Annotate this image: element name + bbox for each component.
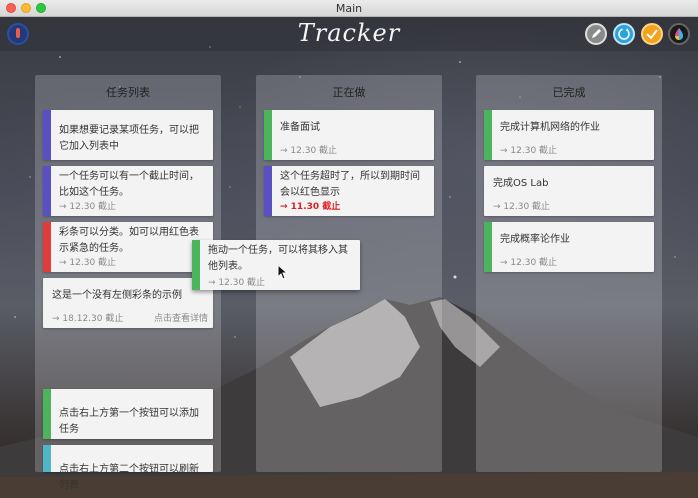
category-bar (43, 445, 51, 472)
dragging-task-card[interactable]: 拖动一个任务，可以将其移入其他列表。 → 12.30 截止 (192, 240, 360, 290)
task-text: 如果想要记录某项任务，可以把它加入列表中 (59, 125, 199, 152)
task-card[interactable]: 这个任务超时了，所以到期时间会以红色显示 → 11.30 截止 (264, 166, 434, 216)
column-title: 已完成 (552, 86, 586, 99)
task-card[interactable]: 彩条可以分类。如可以用红色表示紧急的任务。 → 12.30 截止 (43, 222, 213, 272)
task-text: 点击右上方第一个按钮可以添加任务 (59, 408, 199, 435)
task-text: 完成计算机网络的作业 (500, 122, 600, 133)
task-deadline: → 12.30 截止 (280, 146, 338, 156)
task-deadline: → 12.30 截止 (59, 258, 117, 268)
category-bar (484, 222, 492, 272)
theme-color-button[interactable] (668, 23, 690, 45)
task-deadline: → 12.30 截止 (59, 202, 117, 212)
task-card[interactable]: 点击右上方第一个按钮可以添加任务 (43, 389, 213, 439)
refresh-list-button[interactable] (613, 23, 635, 45)
color-drop-icon (675, 28, 683, 40)
task-deadline: → 12.30 截止 (500, 146, 558, 156)
mouse-cursor-icon (277, 264, 289, 280)
completed-button[interactable] (641, 23, 663, 45)
category-bar (43, 389, 51, 439)
app-header: Tracker (0, 17, 698, 51)
task-text: 一个任务可以有一个截止时间，比如这个任务。 (59, 171, 199, 198)
task-text: 这是一个没有左侧彩条的示例 (52, 290, 182, 301)
view-details-link[interactable]: 点击查看详情 (154, 311, 208, 324)
task-text: 点击右上方第二个按钮可以刷新列表 (59, 464, 199, 491)
task-text: 完成概率论作业 (500, 234, 570, 245)
column-done: 已完成 完成计算机网络的作业 → 12.30 截止 完成OS Lab → 12.… (476, 75, 662, 472)
task-deadline: → 12.30 截止 (500, 258, 558, 268)
task-card[interactable]: 准备面试 → 12.30 截止 (264, 110, 434, 160)
check-icon (646, 29, 658, 40)
task-deadline: → 12.30 截止 (208, 278, 266, 288)
task-deadline-overdue: → 11.30 截止 (280, 202, 341, 212)
category-bar (264, 166, 272, 216)
category-bar (43, 110, 51, 160)
task-text: 完成OS Lab (493, 178, 549, 189)
task-text: 彩条可以分类。如可以用红色表示紧急的任务。 (59, 227, 199, 254)
add-task-button[interactable] (585, 23, 607, 45)
task-card[interactable]: 点击右上方第二个按钮可以刷新列表 (43, 445, 213, 491)
category-bar (264, 110, 272, 160)
task-card[interactable]: 完成OS Lab → 12.30 截止 (484, 166, 654, 216)
task-text: 准备面试 (280, 122, 320, 133)
column-title: 任务列表 (106, 86, 150, 99)
task-card[interactable]: 一个任务可以有一个截止时间，比如这个任务。 → 12.30 截止 (43, 166, 213, 216)
pencil-icon (592, 29, 601, 38)
column-title: 正在做 (332, 86, 366, 99)
task-card[interactable]: 完成概率论作业 → 12.30 截止 (484, 222, 654, 272)
task-card[interactable]: 完成计算机网络的作业 → 12.30 截止 (484, 110, 654, 160)
task-card[interactable]: 如果想要记录某项任务，可以把它加入列表中 (43, 110, 213, 160)
window-titlebar: Main (0, 0, 698, 17)
category-bar (192, 240, 200, 290)
category-bar (43, 166, 51, 216)
task-deadline: → 12.30 截止 (493, 202, 551, 212)
category-bar (484, 110, 492, 160)
category-bar (43, 222, 51, 272)
task-text: 这个任务超时了，所以到期时间会以红色显示 (280, 171, 420, 198)
window-title: Main (335, 2, 363, 15)
task-deadline: → 18.12.30 截止 (52, 314, 124, 324)
refresh-icon (618, 28, 630, 40)
task-card[interactable]: 这是一个没有左侧彩条的示例 → 18.12.30 截止 点击查看详情 (43, 278, 213, 328)
